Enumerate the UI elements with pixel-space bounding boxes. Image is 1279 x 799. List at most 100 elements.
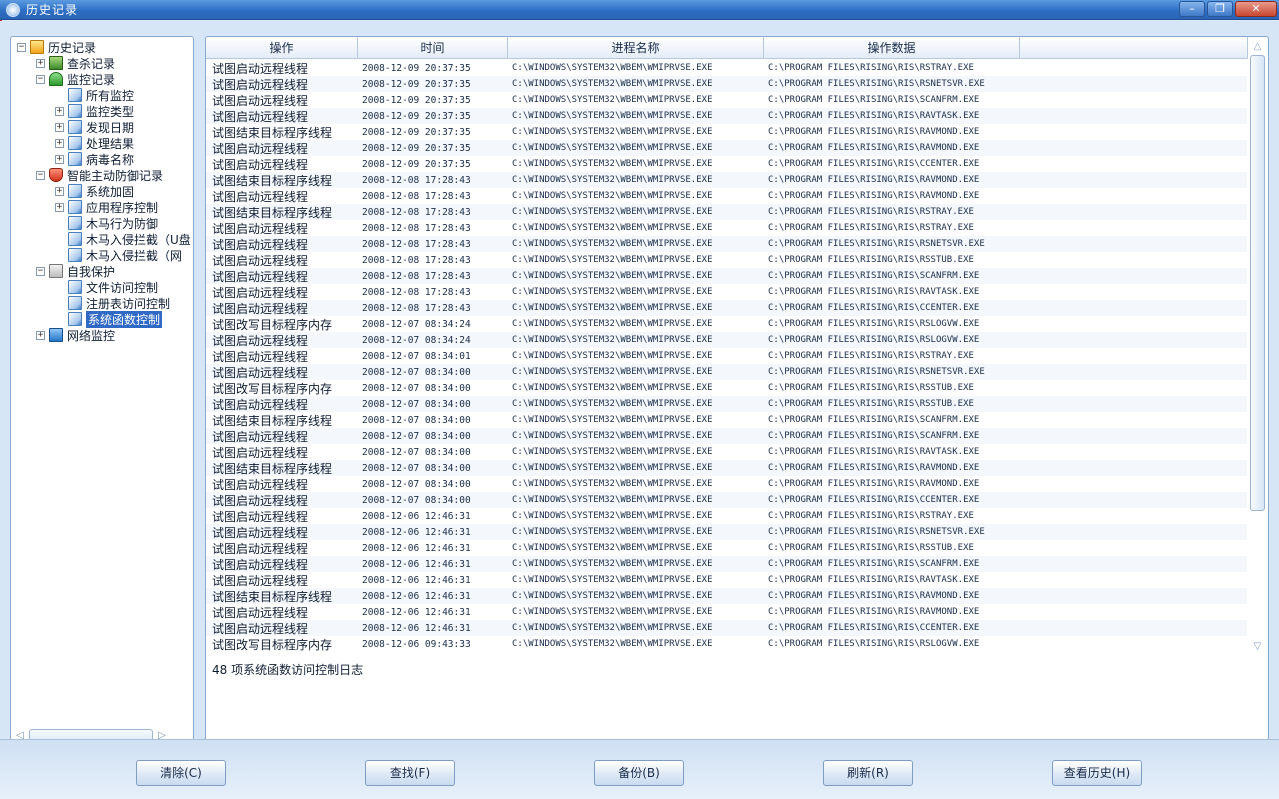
table-row[interactable]: 试图启动远程线程 2008-12-07 08:34:00 C:\WINDOWS\SY…	[206, 364, 1247, 380]
tree-node[interactable]: 木马行为防御	[55, 215, 158, 231]
tree-node[interactable]: 木马入侵拦截（U盘	[55, 231, 191, 247]
expand-icon[interactable]: +	[55, 122, 64, 132]
table-row[interactable]: 试图启动远程线程 2008-12-09 20:37:35 C:\WINDOWS\SY…	[206, 76, 1247, 92]
table-row[interactable]: 试图启动远程线程 2008-12-08 17:28:43 C:\WINDOWS\SY…	[206, 236, 1247, 252]
vertical-scroll-thumb[interactable]	[1250, 55, 1265, 511]
table-row[interactable]: 试图结束目标程序线程 2008-12-06 12:46:31 C:\WINDOWS\…	[206, 588, 1247, 604]
expand-icon[interactable]: +	[36, 58, 45, 68]
cell-process: C:\WINDOWS\SYSTEM32\WBEM\WMIPRVSE.EXE	[512, 223, 713, 233]
cell-process: C:\WINDOWS\SYSTEM32\WBEM\WMIPRVSE.EXE	[512, 127, 713, 137]
expand-icon[interactable]: +	[55, 106, 64, 116]
expand-icon[interactable]: +	[55, 138, 64, 148]
expand-icon[interactable]: +	[55, 154, 64, 164]
tree-node[interactable]: 木马入侵拦截（网	[55, 247, 182, 263]
column-header-operation[interactable]: 操作	[206, 37, 358, 59]
table-row[interactable]: 试图启动远程线程 2008-12-07 08:34:00 C:\WINDOWS\SY…	[206, 476, 1247, 492]
collapse-icon[interactable]: −	[36, 74, 45, 84]
tree-node[interactable]: − 自我保护	[36, 263, 115, 279]
table-row[interactable]: 试图改写目标程序内存 2008-12-07 08:34:24 C:\WINDOWS\…	[206, 316, 1247, 332]
table-row[interactable]: 试图启动远程线程 2008-12-07 08:34:01 C:\WINDOWS\SY…	[206, 348, 1247, 364]
table-row[interactable]: 试图启动远程线程 2008-12-06 12:46:31 C:\WINDOWS\SY…	[206, 508, 1247, 524]
cell-data: C:\PROGRAM FILES\RISING\RIS\RAVTASK.EXE	[768, 287, 980, 297]
cell-data: C:\PROGRAM FILES\RISING\RIS\CCENTER.EXE	[768, 495, 980, 505]
column-header-process[interactable]: 进程名称	[508, 37, 764, 59]
table-row[interactable]: 试图启动远程线程 2008-12-09 20:37:35 C:\WINDOWS\SY…	[206, 92, 1247, 108]
table-row[interactable]: 试图启动远程线程 2008-12-07 08:34:00 C:\WINDOWS\SY…	[206, 428, 1247, 444]
scroll-down-icon[interactable]: ▽	[1249, 639, 1266, 655]
table-row[interactable]: 试图启动远程线程 2008-12-08 17:28:43 C:\WINDOWS\SY…	[206, 268, 1247, 284]
table-row[interactable]: 试图启动远程线程 2008-12-07 08:34:00 C:\WINDOWS\SY…	[206, 396, 1247, 412]
table-row[interactable]: 试图结束目标程序线程 2008-12-08 17:28:43 C:\WINDOWS\…	[206, 204, 1247, 220]
tree-node[interactable]: − 智能主动防御记录	[36, 167, 163, 183]
backup-button[interactable]: 备份(B)	[594, 760, 684, 786]
table-row[interactable]: 试图改写目标程序内存 2008-12-07 08:34:00 C:\WINDOWS\…	[206, 380, 1247, 396]
cell-time: 2008-12-09 20:37:35	[362, 62, 471, 74]
umbrella-icon	[49, 72, 63, 86]
tree-node[interactable]: + 发现日期	[55, 119, 134, 135]
table-row[interactable]: 试图启动远程线程 2008-12-09 20:37:35 C:\WINDOWS\SY…	[206, 60, 1247, 76]
table-row[interactable]: 试图结束目标程序线程 2008-12-09 20:37:35 C:\WINDOWS\…	[206, 124, 1247, 140]
cell-operation: 试图启动远程线程	[212, 605, 309, 620]
collapse-icon[interactable]: −	[17, 42, 26, 52]
table-row[interactable]: 试图启动远程线程 2008-12-06 12:46:31 C:\WINDOWS\SY…	[206, 604, 1247, 620]
tree-node[interactable]: + 系统加固	[55, 183, 134, 199]
table-row[interactable]: 试图启动远程线程 2008-12-08 17:28:43 C:\WINDOWS\SY…	[206, 300, 1247, 316]
expand-icon[interactable]: +	[55, 186, 64, 196]
tree-node[interactable]: + 监控类型	[55, 103, 134, 119]
table-row[interactable]: 试图启动远程线程 2008-12-09 20:37:35 C:\WINDOWS\SY…	[206, 156, 1247, 172]
tree-node[interactable]: + 应用程序控制	[55, 199, 158, 215]
expand-icon[interactable]: +	[55, 202, 64, 212]
table-row[interactable]: 试图启动远程线程 2008-12-06 12:46:31 C:\WINDOWS\SY…	[206, 620, 1247, 636]
table-row[interactable]: 试图启动远程线程 2008-12-08 17:28:43 C:\WINDOWS\SY…	[206, 220, 1247, 236]
cell-operation: 试图启动远程线程	[212, 141, 309, 156]
tree-node[interactable]: + 病毒名称	[55, 151, 134, 167]
document-icon	[68, 296, 82, 310]
table-row[interactable]: 试图结束目标程序线程 2008-12-07 08:34:00 C:\WINDOWS\…	[206, 412, 1247, 428]
tree-node[interactable]: + 网络监控	[36, 327, 115, 343]
tree-node[interactable]: + 查杀记录	[36, 55, 115, 71]
table-row[interactable]: 试图启动远程线程 2008-12-08 17:28:43 C:\WINDOWS\SY…	[206, 252, 1247, 268]
table-row[interactable]: 试图启动远程线程 2008-12-06 12:46:31 C:\WINDOWS\SY…	[206, 540, 1247, 556]
restore-button[interactable]: ❐	[1207, 1, 1233, 17]
tree-node[interactable]: 所有监控	[55, 87, 134, 103]
cell-time: 2008-12-09 20:37:35	[362, 110, 471, 122]
table-row[interactable]: 试图启动远程线程 2008-12-08 17:28:43 C:\WINDOWS\SY…	[206, 284, 1247, 300]
table-row[interactable]: 试图启动远程线程 2008-12-07 08:34:24 C:\WINDOWS\SY…	[206, 332, 1247, 348]
refresh-button[interactable]: 刷新(R)	[823, 760, 913, 786]
tree-node[interactable]: 系统函数控制	[55, 310, 163, 328]
view-history-button[interactable]: 查看历史(H)	[1052, 760, 1142, 786]
table-row[interactable]: 试图启动远程线程 2008-12-07 08:34:00 C:\WINDOWS\SY…	[206, 492, 1247, 508]
table-row[interactable]: 试图启动远程线程 2008-12-08 17:28:43 C:\WINDOWS\SY…	[206, 188, 1247, 204]
collapse-icon[interactable]: −	[36, 266, 45, 276]
cell-operation: 试图改写目标程序内存	[212, 637, 333, 652]
tree-node[interactable]: 文件访问控制	[55, 279, 158, 295]
cell-operation: 试图结束目标程序线程	[212, 461, 333, 476]
table-row[interactable]: 试图启动远程线程 2008-12-07 08:34:00 C:\WINDOWS\SY…	[206, 444, 1247, 460]
tree-node[interactable]: − 监控记录	[36, 71, 115, 87]
table-row[interactable]: 试图结束目标程序线程 2008-12-07 08:34:00 C:\WINDOWS\…	[206, 460, 1247, 476]
minimize-button[interactable]: –	[1179, 1, 1205, 17]
cell-operation: 试图启动远程线程	[212, 61, 309, 76]
tree-node[interactable]: − 历史记录	[17, 39, 96, 55]
find-button[interactable]: 查找(F)	[365, 760, 455, 786]
cell-time: 2008-12-08 17:28:43	[362, 174, 471, 186]
column-header-time[interactable]: 时间	[358, 37, 508, 59]
table-row[interactable]: 试图启动远程线程 2008-12-06 12:46:31 C:\WINDOWS\SY…	[206, 556, 1247, 572]
cell-process: C:\WINDOWS\SYSTEM32\WBEM\WMIPRVSE.EXE	[512, 383, 713, 393]
clear-button[interactable]: 清除(C)	[136, 760, 226, 786]
scroll-up-icon[interactable]: △	[1249, 39, 1266, 55]
expand-icon[interactable]: +	[36, 330, 45, 340]
table-row[interactable]: 试图结束目标程序线程 2008-12-08 17:28:43 C:\WINDOWS\…	[206, 172, 1247, 188]
table-row[interactable]: 试图启动远程线程 2008-12-09 20:37:35 C:\WINDOWS\SY…	[206, 108, 1247, 124]
list-vertical-scrollbar[interactable]: △ ▽	[1249, 39, 1266, 655]
collapse-icon[interactable]: −	[36, 170, 45, 180]
close-button[interactable]: ✕	[1235, 1, 1277, 17]
table-row[interactable]: 试图启动远程线程 2008-12-09 20:37:35 C:\WINDOWS\SY…	[206, 140, 1247, 156]
table-row[interactable]: 试图启动远程线程 2008-12-06 12:46:31 C:\WINDOWS\SY…	[206, 572, 1247, 588]
cell-operation: 试图结束目标程序线程	[212, 205, 333, 220]
table-row[interactable]: 试图启动远程线程 2008-12-06 12:46:31 C:\WINDOWS\SY…	[206, 524, 1247, 540]
tree-node[interactable]: 注册表访问控制	[55, 295, 170, 311]
tree-node[interactable]: + 处理结果	[55, 135, 134, 151]
table-row[interactable]: 试图改写目标程序内存 2008-12-06 09:43:33 C:\WINDOWS\…	[206, 636, 1247, 652]
column-header-data[interactable]: 操作数据	[764, 37, 1020, 59]
